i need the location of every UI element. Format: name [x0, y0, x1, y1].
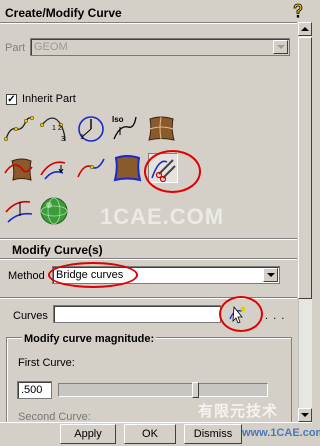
- group-separator-lower: [0, 258, 297, 260]
- annotation-circle-select: [219, 296, 263, 332]
- watermark-url: www.1CAE.com: [242, 427, 320, 439]
- scroll-up-button[interactable]: [298, 22, 312, 36]
- isoparametric-curve-icon[interactable]: 1: [76, 113, 106, 143]
- svg-text:Iso: Iso: [112, 115, 124, 124]
- first-curve-slider-track[interactable]: [58, 383, 268, 397]
- curve-from-points-icon[interactable]: [4, 113, 35, 143]
- dialog-title: Create/Modify Curve: [5, 6, 122, 20]
- magnitude-title: Modify curve magnitude:: [22, 333, 157, 345]
- surface-boundary-curve-icon[interactable]: [112, 153, 142, 183]
- annotation-circle-modify-icon: [144, 150, 201, 193]
- watermark-text: 1CAE.COM: [100, 204, 225, 229]
- scrollbar-thumb[interactable]: [298, 37, 312, 299]
- inherit-part-checkbox[interactable]: ✓: [6, 94, 17, 105]
- method-label: Method: [8, 270, 45, 282]
- watermark-brand: 有限元技术: [198, 403, 279, 420]
- sphere-icon[interactable]: [39, 196, 69, 226]
- svg-text:3: 3: [61, 136, 65, 143]
- ok-button[interactable]: OK: [124, 424, 176, 444]
- surface-patch-icon[interactable]: [146, 113, 176, 143]
- group-separator: [0, 238, 297, 240]
- modify-group-title: Modify Curve(s): [12, 243, 103, 257]
- title-separator: [0, 22, 297, 24]
- first-curve-input[interactable]: .500: [17, 381, 52, 399]
- curves-label: Curves: [13, 310, 48, 322]
- part-value: GEOM: [34, 41, 68, 53]
- arc-from-points-icon[interactable]: 1 2 3: [39, 113, 69, 143]
- projected-curve-icon[interactable]: [39, 153, 69, 183]
- svg-text:1: 1: [80, 134, 84, 141]
- intersection-curve-icon[interactable]: [4, 153, 34, 183]
- first-curve-value: .500: [21, 384, 43, 396]
- first-curve-label: First Curve:: [18, 357, 75, 369]
- inherit-part-label: Inherit Part: [22, 93, 76, 105]
- help-icon[interactable]: [291, 3, 305, 19]
- annotation-ellipse-method: [48, 262, 138, 288]
- curves-input[interactable]: [53, 305, 221, 323]
- more-options-label: . . .: [265, 310, 286, 322]
- extend-curve-icon[interactable]: [4, 196, 34, 226]
- chevron-down-icon: [273, 40, 288, 54]
- part-combo: GEOM: [30, 38, 290, 56]
- scroll-down-button[interactable]: [298, 408, 312, 422]
- part-label: Part: [5, 42, 26, 54]
- segmented-curve-icon[interactable]: [76, 153, 106, 183]
- svg-text:1 2: 1 2: [52, 125, 62, 132]
- chevron-down-icon[interactable]: [263, 268, 278, 282]
- first-curve-slider-thumb[interactable]: [191, 382, 199, 398]
- surface-curve-icon[interactable]: Iso: [110, 113, 140, 143]
- dismiss-button[interactable]: Dismiss: [184, 424, 242, 444]
- apply-button[interactable]: Apply: [60, 424, 116, 444]
